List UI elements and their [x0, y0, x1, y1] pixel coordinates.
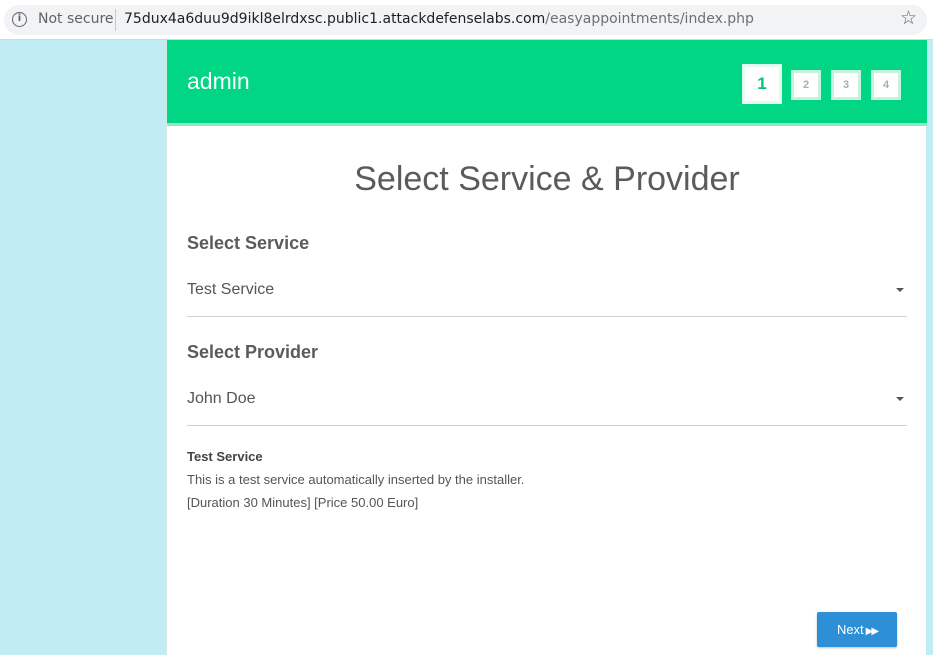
- provider-select[interactable]: John Doe: [187, 386, 907, 426]
- service-select[interactable]: Test Service: [187, 277, 907, 317]
- wizard-header: admin 1 2 3 4: [167, 40, 927, 126]
- service-description-title: Test Service: [187, 449, 263, 464]
- forward-icon: ▶▶: [865, 626, 879, 637]
- browser-address-bar: i Not secure 75dux4a6duu9d9ikl8elrdxsc.p…: [0, 0, 933, 40]
- service-selected-value: Test Service: [187, 281, 275, 298]
- page-title: Select Service & Provider: [354, 160, 740, 198]
- booking-wizard: admin 1 2 3 4 Select Service & Provider …: [166, 40, 927, 655]
- step-3-indicator: 3: [831, 70, 861, 100]
- info-icon[interactable]: i: [12, 12, 27, 27]
- url-host: 75dux4a6duu9d9ikl8elrdxsc.public1.attack…: [124, 11, 546, 27]
- step-1-indicator: 1: [742, 64, 782, 104]
- bookmark-star-icon[interactable]: ☆: [900, 7, 917, 29]
- service-description-text: This is a test service automatically ins…: [187, 472, 525, 487]
- service-details: [Duration 30 Minutes] [Price 50.00 Euro]: [187, 495, 419, 510]
- step-2-indicator: 2: [791, 70, 821, 100]
- company-name: admin: [187, 68, 250, 94]
- service-label: Select Service: [187, 233, 310, 253]
- url-divider: [115, 9, 116, 31]
- provider-label: Select Provider: [187, 342, 319, 362]
- dropdown-arrow-icon: [896, 288, 904, 292]
- url-path: /easyappointments/index.php: [545, 11, 754, 27]
- next-button-label: Next: [836, 622, 864, 637]
- step-4-indicator: 4: [871, 70, 901, 100]
- url-text[interactable]: 75dux4a6duu9d9ikl8elrdxsc.public1.attack…: [124, 11, 754, 27]
- next-button[interactable]: Next ▶▶: [817, 612, 897, 647]
- provider-selected-value: John Doe: [187, 390, 256, 407]
- security-indicator[interactable]: Not secure: [38, 11, 114, 27]
- dropdown-arrow-icon: [896, 397, 904, 401]
